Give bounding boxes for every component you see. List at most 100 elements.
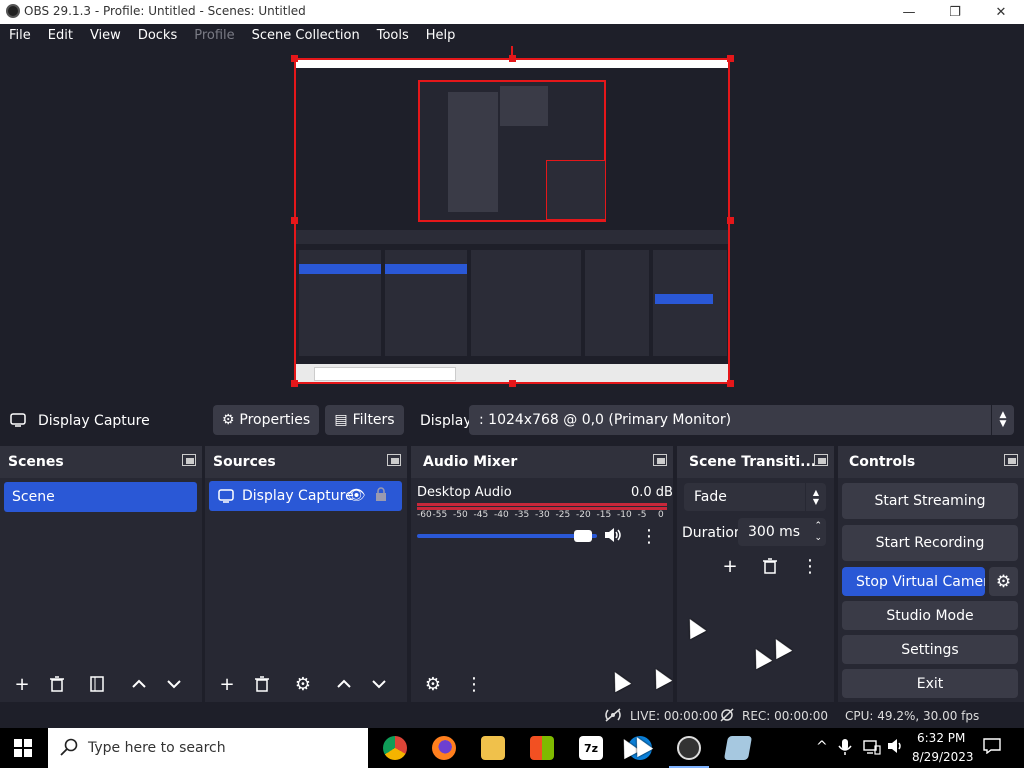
resize-handle[interactable] <box>727 217 734 224</box>
rotation-handle[interactable] <box>511 46 513 56</box>
scene-transitions-header: Scene Transiti... <box>677 446 834 478</box>
remove-scene-button[interactable] <box>43 670 71 698</box>
audio-meter-scale: -60 -55 -50 -45 -40 -35 -30 -25 -20 -15 -10 -5 0 <box>417 510 670 522</box>
audio-mixer-menu-button[interactable]: ⋮ <box>460 670 488 698</box>
move-scene-down-button[interactable] <box>160 670 188 698</box>
menu-profile[interactable]: Profile <box>185 28 242 43</box>
add-transition-button[interactable]: + <box>716 552 744 580</box>
mini-sources <box>385 250 467 356</box>
remove-source-button[interactable] <box>248 670 276 698</box>
advanced-audio-button[interactable]: ⚙ <box>419 670 447 698</box>
7zip-icon[interactable]: 7z <box>579 736 603 760</box>
speaker-icon[interactable] <box>604 527 622 543</box>
preview-canvas[interactable] <box>294 58 730 384</box>
resize-handle[interactable] <box>291 217 298 224</box>
resize-handle[interactable] <box>291 55 298 62</box>
menu-docks[interactable]: Docks <box>129 28 185 43</box>
firefox-icon[interactable] <box>432 736 456 760</box>
resize-handle[interactable] <box>509 55 516 62</box>
audio-tick-label: -60 <box>417 510 432 520</box>
microsoft-store-icon[interactable] <box>530 736 554 760</box>
exit-button[interactable]: Exit <box>842 669 1018 698</box>
float-dock-icon[interactable] <box>182 454 196 466</box>
mini-scenes <box>299 250 381 356</box>
obs-taskbar-icon[interactable] <box>677 736 701 760</box>
visibility-eye-icon[interactable]: 👁 <box>347 486 366 504</box>
volume-slider-track[interactable] <box>417 530 597 542</box>
menu-tools[interactable]: Tools <box>368 28 417 43</box>
source-item[interactable]: Display Capture 👁 <box>209 481 402 511</box>
properties-button[interactable]: ⚙ Properties <box>213 405 319 435</box>
close-button[interactable]: ✕ <box>978 0 1024 24</box>
notification-icon[interactable] <box>983 738 1001 754</box>
settings-button[interactable]: Settings <box>842 635 1018 664</box>
taskbar-search-box[interactable]: Type here to search <box>48 728 368 768</box>
audio-tick-label: 0 <box>658 510 664 520</box>
mini-source-toolbar <box>296 230 728 244</box>
notepad-icon[interactable] <box>723 736 753 760</box>
start-streaming-button[interactable]: Start Streaming <box>842 483 1018 519</box>
clock-time[interactable]: 6:32 PM <box>917 731 965 745</box>
virtual-camera-settings-button[interactable]: ⚙ <box>989 567 1018 596</box>
menu-help[interactable]: Help <box>417 28 464 43</box>
audio-tick-label: -45 <box>473 510 489 520</box>
cpu-fps: CPU: 49.2%, 30.00 fps <box>845 709 980 723</box>
menu-scene-collection[interactable]: Scene Collection <box>243 28 368 43</box>
start-recording-button[interactable]: Start Recording <box>842 525 1018 561</box>
resize-handle[interactable] <box>727 380 734 387</box>
volume-icon[interactable] <box>887 738 905 754</box>
monitor-icon <box>218 489 234 503</box>
windows-start-icon[interactable] <box>14 739 32 757</box>
chevron-up-icon <box>337 679 351 688</box>
filters-icon: ▤ <box>334 412 348 428</box>
spin-arrows-icon[interactable]: ⌃ ⌄ <box>814 520 822 544</box>
stop-virtual-camera-button[interactable]: Stop Virtual Camera <box>842 567 985 596</box>
display-label: Display <box>420 413 472 429</box>
clock-date[interactable]: 8/29/2023 <box>912 750 974 764</box>
maximize-button[interactable]: ❐ <box>932 0 978 24</box>
scene-filters-button[interactable] <box>83 670 111 698</box>
preview-area[interactable] <box>0 46 1024 396</box>
trash-icon <box>50 676 64 692</box>
studio-mode-button[interactable]: Studio Mode <box>842 601 1018 630</box>
move-source-down-button[interactable] <box>365 670 393 698</box>
minimize-button[interactable]: — <box>886 0 932 24</box>
audio-channel-menu-button[interactable]: ⋮ <box>635 522 663 550</box>
chrome-icon[interactable] <box>383 736 407 760</box>
float-dock-icon[interactable] <box>387 454 401 466</box>
audio-tick-label: -25 <box>555 510 571 520</box>
menu-edit[interactable]: Edit <box>39 28 81 43</box>
lock-icon[interactable] <box>375 487 387 502</box>
display-select[interactable]: : 1024x768 @ 0,0 (Primary Monitor) ▲ ▼ <box>469 405 1014 435</box>
remove-transition-button[interactable] <box>756 552 784 580</box>
search-icon <box>60 738 78 756</box>
file-explorer-icon[interactable] <box>481 736 505 760</box>
scene-item[interactable]: Scene <box>4 482 197 512</box>
audio-tick-label: -50 <box>453 510 468 520</box>
chevron-up-icon <box>132 679 146 688</box>
network-icon[interactable] <box>863 739 881 755</box>
source-properties-button[interactable]: ⚙ <box>289 670 317 698</box>
resize-handle[interactable] <box>509 380 516 387</box>
filters-button[interactable]: ▤ Filters <box>325 405 404 435</box>
selected-source-name: Display Capture <box>38 413 150 429</box>
move-scene-up-button[interactable] <box>125 670 153 698</box>
transition-menu-button[interactable]: ⋮ <box>796 552 824 580</box>
resize-handle[interactable] <box>727 55 734 62</box>
resize-handle[interactable] <box>291 380 298 387</box>
more-vertical-icon: ⋮ <box>465 673 483 695</box>
move-source-up-button[interactable] <box>330 670 358 698</box>
add-scene-button[interactable]: + <box>8 670 36 698</box>
menu-file[interactable]: File <box>0 28 39 43</box>
menu-view[interactable]: View <box>81 28 129 43</box>
float-dock-icon[interactable] <box>814 454 828 466</box>
volume-slider-thumb[interactable] <box>574 530 592 542</box>
transition-select[interactable]: Fade ▲ ▼ <box>684 483 826 511</box>
float-dock-icon[interactable] <box>653 454 667 466</box>
microphone-icon[interactable] <box>838 738 852 756</box>
float-dock-icon[interactable] <box>1004 454 1018 466</box>
chevron-up-icon[interactable]: ^ <box>816 739 828 755</box>
add-source-button[interactable]: + <box>213 670 241 698</box>
duration-spinbox[interactable]: 300 ms ⌃ ⌄ <box>738 518 826 546</box>
chevron-down-icon <box>372 680 386 689</box>
